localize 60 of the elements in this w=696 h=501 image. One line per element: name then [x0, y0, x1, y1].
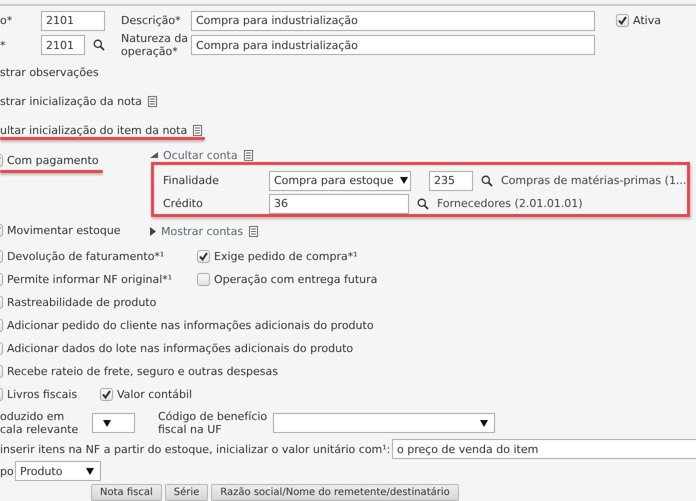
input-field[interactable]: o preço de venda do item: [392, 439, 696, 459]
document-icon[interactable]: [249, 226, 258, 236]
checkbox[interactable]: [197, 250, 210, 263]
column-button[interactable]: Série: [164, 484, 208, 501]
input-field[interactable]: 36: [269, 194, 409, 214]
checkbox-label: Com pagamento: [7, 154, 99, 167]
field-label: po: [0, 464, 15, 478]
checkbox-label: Ativa: [633, 14, 661, 27]
search-icon[interactable]: [417, 198, 429, 210]
checkbox-label: Operação com entrega futura: [214, 273, 378, 286]
caret-icon: [480, 420, 488, 426]
document-icon[interactable]: [148, 96, 157, 107]
input-field[interactable]: 2101: [41, 10, 105, 30]
checkbox-label: Exige pedido de compra*¹: [214, 250, 358, 263]
checkbox-label: Adicionar pedido do cliente nas informações adicionais do produto: [7, 319, 374, 332]
field-label: oduzido em cala relevante: [0, 410, 80, 436]
checkbox-label: Movimentar estoque: [7, 224, 121, 237]
collapse-icon[interactable]: [150, 152, 158, 158]
field-label: inserir itens na NF a partir do estoque, inicializar o valor unitário com¹:: [0, 442, 392, 456]
field-label: *: [0, 38, 6, 52]
account-description: Fornecedores (2.01.01.01): [437, 197, 583, 210]
checkbox-label: Adicionar dados do lote nas informações adicionais do produto: [7, 342, 354, 355]
checkbox-label: Valor contábil: [117, 388, 192, 401]
section-toggle[interactable]: strar observações: [0, 66, 99, 79]
expand-icon[interactable]: [150, 226, 156, 236]
field-label: Descrição*: [121, 14, 182, 27]
account-description: Compras de matérias-primas (1...: [501, 174, 686, 187]
checkbox-label: Livros fiscais: [7, 388, 78, 401]
dropdown[interactable]: Compra para estoque: [269, 170, 411, 190]
document-icon[interactable]: [193, 125, 202, 136]
section-toggle[interactable]: strar inicialização da nota: [0, 95, 142, 108]
checkbox-label: Permite informar NF original*¹: [7, 273, 172, 286]
input-field[interactable]: 235: [429, 170, 473, 190]
dropdown[interactable]: Produto: [15, 461, 101, 481]
search-icon[interactable]: [93, 39, 105, 51]
checkbox[interactable]: [197, 273, 210, 286]
section-toggle[interactable]: Mostrar contas: [161, 224, 244, 238]
document-icon[interactable]: [244, 150, 253, 160]
column-button[interactable]: Nota fiscal: [91, 484, 162, 501]
checkbox-label: Devolução de faturamento*¹: [7, 250, 164, 263]
caret-icon: [400, 177, 408, 184]
input-field[interactable]: 2101: [41, 35, 85, 55]
field-label: Crédito: [163, 197, 204, 210]
input-field[interactable]: Compra para industrialização: [191, 10, 595, 30]
field-label: Código de benefício fiscal na UF: [158, 410, 268, 436]
caret-icon: [86, 468, 94, 474]
field-label: Finalidade: [163, 174, 220, 187]
column-button[interactable]: Razão social/Nome do remetente/destinatário: [211, 484, 459, 501]
field-label: o*: [0, 14, 14, 27]
search-icon[interactable]: [481, 174, 493, 186]
checkbox[interactable]: [100, 388, 113, 401]
input-field[interactable]: Compra para industrialização: [191, 35, 595, 55]
caret-icon: [103, 420, 111, 426]
dropdown[interactable]: [92, 413, 135, 433]
checkbox[interactable]: [616, 14, 629, 27]
field-label: Natureza da operação*: [121, 32, 190, 58]
section-toggle[interactable]: ultar inicialização do item da nota: [0, 124, 188, 137]
checkbox-label: Rastreabilidade de produto: [7, 296, 156, 309]
section-toggle[interactable]: Ocultar conta: [163, 148, 238, 162]
checkbox-label: Recebe rateio de frete, seguro e outras despesas: [7, 365, 278, 378]
